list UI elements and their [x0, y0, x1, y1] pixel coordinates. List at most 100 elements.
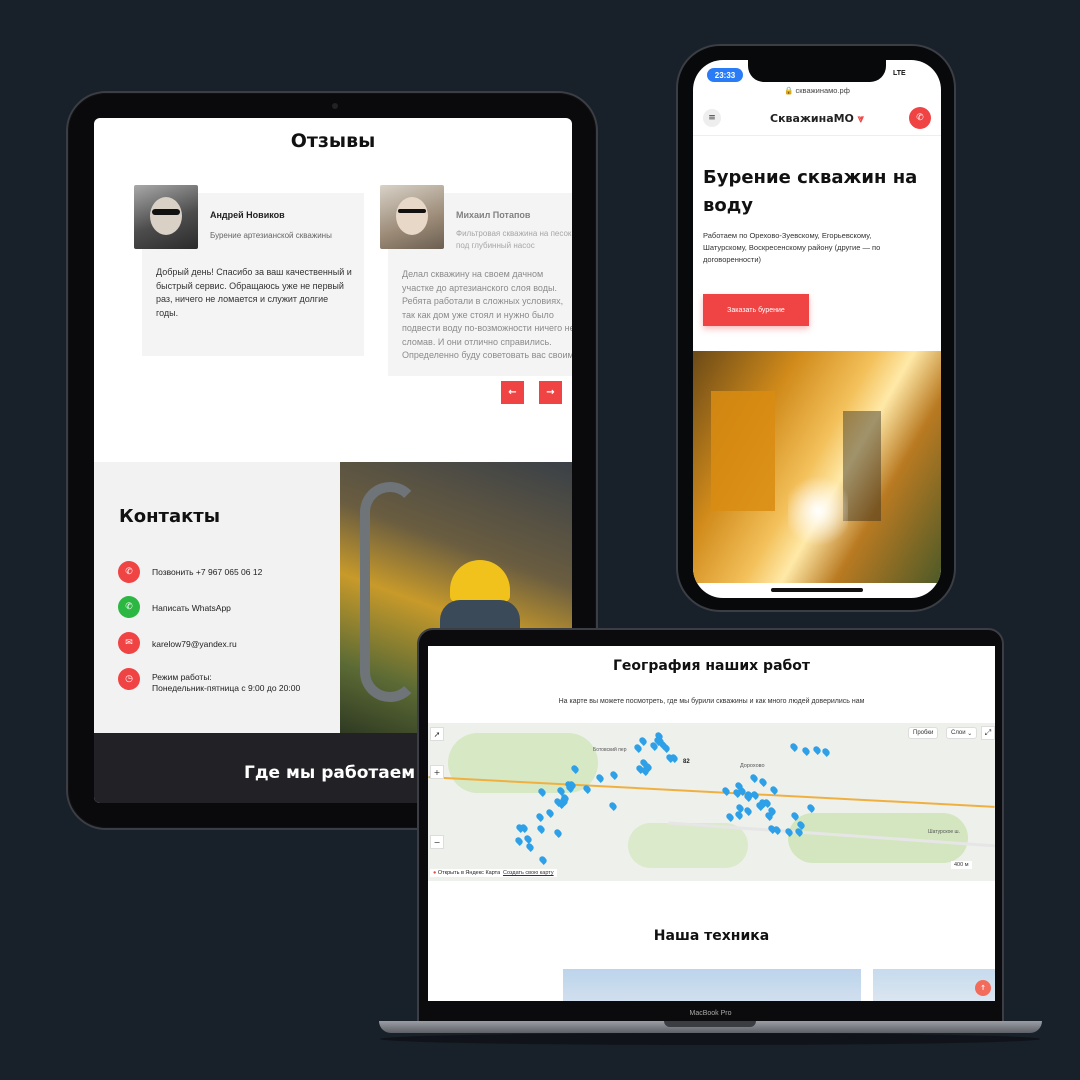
address-bar[interactable]: 🔒 скважинамо.рф	[693, 86, 941, 95]
map-fullscreen-button[interactable]: ⤢	[981, 726, 995, 740]
map-road-label: Шатурское ш.	[928, 829, 960, 835]
map-pin-icon[interactable]	[535, 824, 546, 835]
map-pin-icon: ●	[433, 870, 437, 876]
review-service: Бурение артезианской скважины	[210, 231, 332, 240]
map-place-label: Ботовский пер	[593, 747, 627, 753]
contact-email-link[interactable]: karelow79@yandex.ru	[152, 639, 237, 650]
create-map-link[interactable]: Создать свою карту	[500, 869, 557, 877]
review-author: Андрей Новиков	[210, 210, 285, 220]
reviews-title: Отзывы	[290, 130, 376, 152]
map-locate-button[interactable]: ➚	[430, 727, 444, 741]
laptop-device: География наших работ На карте вы можете…	[417, 628, 1004, 1023]
works-map[interactable]: ➚ + − Пробки Слои ⌄ ⤢ Дорохово Шатурское…	[428, 723, 995, 881]
map-pin-icon[interactable]	[812, 745, 823, 756]
reviews-next-button[interactable]: →	[539, 381, 562, 404]
laptop-model-label: MacBook Pro	[689, 1010, 732, 1017]
avatar-glasses	[398, 209, 426, 213]
reviews-prev-button[interactable]: ←	[501, 381, 524, 404]
drilling-rig-photo	[693, 351, 941, 583]
map-pin-icon[interactable]	[742, 805, 753, 816]
map-pin-icon[interactable]	[608, 800, 618, 811]
map-layers-button[interactable]: Слои ⌄	[946, 727, 978, 739]
call-button[interactable]: ✆	[909, 107, 931, 129]
laptop-notch	[664, 1021, 756, 1027]
order-drilling-button[interactable]: Заказать бурение	[703, 294, 809, 326]
map-pin-icon[interactable]	[525, 841, 535, 852]
status-network: LTE	[893, 70, 906, 77]
equipment-title: Наша техника	[653, 928, 770, 944]
map-cluster-count[interactable]: 82	[683, 759, 690, 765]
map-pin-icon[interactable]	[594, 773, 605, 784]
phone-icon[interactable]: ✆	[118, 561, 140, 583]
map-traffic-button[interactable]: Пробки	[908, 727, 939, 739]
laptop-shadow	[380, 1033, 1040, 1045]
geography-title: География наших работ	[612, 658, 811, 674]
clock-icon: ◷	[118, 668, 140, 690]
map-pin-icon[interactable]	[758, 777, 769, 788]
work-hours-value: Понедельник-пятница с 9:00 до 20:00	[152, 683, 301, 693]
map-pin-icon[interactable]	[734, 810, 745, 821]
status-time: 23:33	[707, 68, 743, 82]
phone-screen: 23:33 LTE 🔒 скважинамо.рф ≡ СкважинаМО ⩔…	[693, 60, 941, 598]
equipment-photo	[563, 969, 861, 1001]
review-text: Делал скважину на своем дачном участке д…	[402, 269, 572, 360]
map-pin-icon[interactable]	[721, 786, 732, 797]
rig-shadow-shape	[843, 411, 881, 521]
avatar-glasses	[152, 209, 180, 215]
map-pin-icon[interactable]	[534, 812, 545, 823]
whatsapp-icon[interactable]: ✆	[118, 596, 140, 618]
review-author: Михаил Потапов	[456, 210, 531, 220]
map-pin-icon[interactable]	[522, 833, 533, 844]
laptop-screen: География наших работ На карте вы можете…	[428, 646, 995, 1001]
avatar-face	[150, 197, 182, 235]
home-indicator	[771, 588, 863, 592]
map-pin-icon[interactable]	[748, 773, 759, 783]
avatar	[380, 185, 444, 249]
map-place-label: Дорохово	[740, 763, 765, 769]
hose-shape	[360, 482, 420, 702]
map-zoom-in-button[interactable]: +	[430, 765, 444, 779]
map-pin-icon[interactable]	[801, 746, 812, 757]
review-service: Фильтровая скважина на песок под глубинн…	[456, 229, 572, 250]
avatar-face	[396, 197, 428, 235]
map-pin-icon[interactable]	[553, 827, 564, 838]
contacts-section: Контакты ✆ Позвонить +7 967 065 06 12 ✆ …	[94, 462, 340, 733]
map-pin-icon[interactable]	[820, 747, 831, 758]
hero-title: Бурение скважин на воду	[703, 167, 918, 216]
map-pin-icon[interactable]	[661, 743, 672, 754]
open-in-yandex-maps-link[interactable]: ● Открыть в Яндекс Картах	[430, 869, 506, 877]
map-pin-icon[interactable]	[537, 855, 548, 866]
scroll-top-button[interactable]: ↑	[975, 980, 991, 996]
water-spray-shape	[788, 471, 848, 551]
geography-subtitle: На карте вы можете посмотреть, где мы бу…	[558, 698, 865, 705]
tablet-camera	[332, 103, 338, 109]
open-in-yandex-maps-label: Открыть в Яндекс Картах	[437, 870, 503, 876]
map-zoom-out-button[interactable]: −	[430, 835, 444, 849]
contacts-title: Контакты	[119, 506, 221, 527]
site-logo[interactable]: СкважинаМО ⩔	[693, 112, 941, 126]
logo-mark-icon: ⩔	[857, 112, 864, 125]
hero-text: Работаем по Орехово-Зуевскому, Егорьевск…	[703, 231, 881, 264]
map-pin-icon[interactable]	[608, 769, 619, 780]
where-we-work-title: Где мы работаем	[244, 763, 416, 783]
rig-shape	[711, 391, 775, 511]
hard-hat-shape	[450, 560, 510, 602]
email-icon[interactable]: ✉	[118, 632, 140, 654]
map-pin-icon[interactable]	[514, 836, 525, 847]
map-layers-label: Слои	[951, 730, 966, 736]
site-logo-text: СкважинаМО	[770, 112, 854, 125]
map-pin-icon[interactable]	[789, 742, 800, 752]
phone-notch	[748, 60, 886, 82]
map-forest	[628, 823, 748, 868]
contact-phone-link[interactable]: Позвонить +7 967 065 06 12	[152, 567, 262, 578]
phone-device: 23:33 LTE 🔒 скважинамо.рф ≡ СкважинаМО ⩔…	[676, 44, 956, 612]
contact-whatsapp-link[interactable]: Написать WhatsApp	[152, 603, 231, 614]
site-header: ≡ СкважинаМО ⩔ ✆	[693, 100, 941, 136]
map-scale: 400 м	[951, 861, 972, 869]
avatar	[134, 185, 198, 249]
map-pin-icon[interactable]	[772, 825, 783, 836]
review-text: Добрый день! Спасибо за ваш качественный…	[156, 267, 352, 318]
map-pin-icon[interactable]	[545, 808, 556, 819]
map-pin-icon[interactable]	[805, 802, 816, 813]
work-hours-label: Режим работы:	[152, 672, 212, 682]
